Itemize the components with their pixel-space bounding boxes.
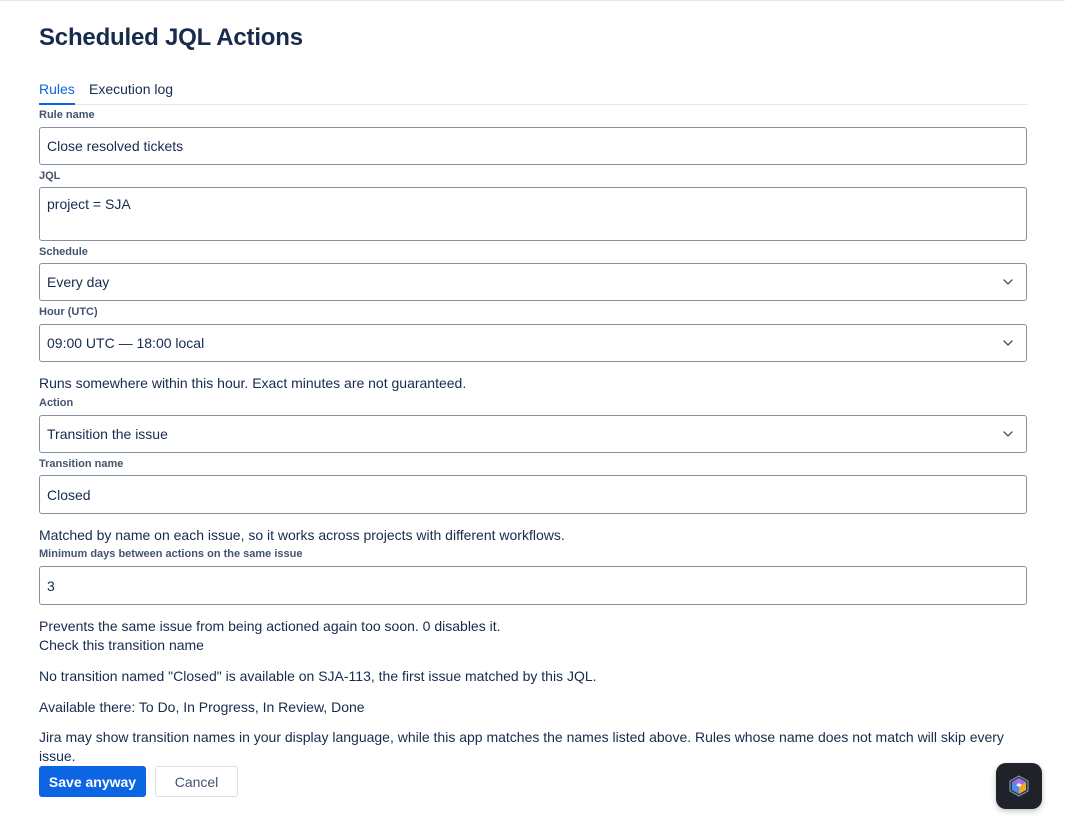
hour-help-text: Runs somewhere within this hour. Exact m… bbox=[39, 375, 467, 391]
jql-textarea[interactable]: project = SJA bbox=[39, 187, 1027, 241]
schedule-value: Every day bbox=[47, 274, 110, 290]
top-divider bbox=[0, 0, 1065, 1]
chevron-down-icon bbox=[1003, 340, 1013, 346]
rule-name-label: Rule name bbox=[39, 109, 95, 121]
schedule-select[interactable]: Every day bbox=[39, 263, 1027, 301]
min-days-help-text: Prevents the same issue from being actio… bbox=[39, 618, 501, 634]
warning-note: Jira may show transition names in your d… bbox=[39, 729, 1004, 764]
min-days-label: Minimum days between actions on the same… bbox=[39, 548, 303, 560]
transition-name-input[interactable]: Closed bbox=[39, 475, 1027, 514]
chevron-down-icon bbox=[1003, 279, 1013, 285]
min-days-input[interactable]: 3 bbox=[39, 566, 1027, 605]
save-anyway-button[interactable]: Save anyway bbox=[39, 766, 146, 797]
available-transitions: Available there: To Do, In Progress, In … bbox=[39, 699, 365, 715]
assistant-launcher-button[interactable] bbox=[996, 763, 1042, 809]
page-title: Scheduled JQL Actions bbox=[39, 24, 303, 51]
hour-value: 09:00 UTC — 18:00 local bbox=[47, 335, 205, 351]
cancel-button[interactable]: Cancel bbox=[155, 766, 238, 797]
warning-title: Check this transition name bbox=[39, 637, 204, 653]
chevron-down-icon bbox=[1003, 431, 1013, 437]
transition-label: Transition name bbox=[39, 458, 124, 470]
tab-rules[interactable]: Rules bbox=[39, 80, 75, 105]
rule-name-value: Close resolved tickets bbox=[47, 138, 184, 154]
hour-select[interactable]: 09:00 UTC — 18:00 local bbox=[39, 324, 1027, 362]
hour-label: Hour (UTC) bbox=[39, 306, 98, 318]
min-days-value: 3 bbox=[47, 577, 55, 594]
action-label: Action bbox=[39, 397, 74, 409]
jql-label: JQL bbox=[39, 170, 61, 182]
transition-name-value: Closed bbox=[47, 486, 91, 503]
tab-bar: Rules Execution log bbox=[39, 80, 1027, 105]
action-select[interactable]: Transition the issue bbox=[39, 415, 1027, 453]
rule-name-input[interactable]: Close resolved tickets bbox=[39, 127, 1027, 165]
app-assistant-icon bbox=[1009, 775, 1029, 797]
warning-message: No transition named "Closed" is availabl… bbox=[39, 668, 597, 684]
action-value: Transition the issue bbox=[47, 426, 168, 442]
schedule-label: Schedule bbox=[39, 246, 88, 258]
jql-value: project = SJA bbox=[47, 196, 131, 212]
tab-execution-log[interactable]: Execution log bbox=[89, 80, 173, 104]
transition-help-text: Matched by name on each issue, so it wor… bbox=[39, 527, 565, 543]
